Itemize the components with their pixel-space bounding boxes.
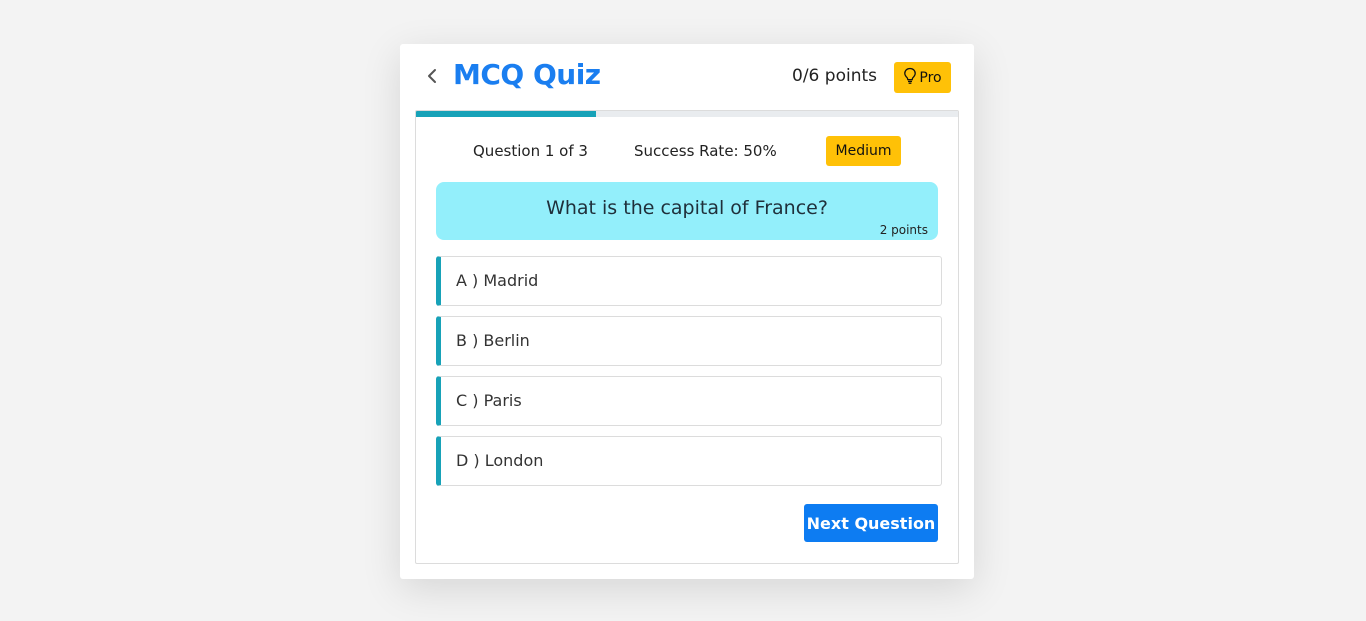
page-title: MCQ Quiz bbox=[453, 58, 601, 91]
chevron-left-icon[interactable] bbox=[424, 66, 440, 86]
quiz-body: Question 1 of 3 Success Rate: 50% Medium… bbox=[415, 110, 959, 564]
question-text: What is the capital of France? bbox=[546, 197, 828, 219]
option-label: B ) Berlin bbox=[456, 331, 530, 350]
quiz-header: MCQ Quiz 0/6 points Pro bbox=[400, 44, 974, 110]
option-label: C ) Paris bbox=[456, 391, 522, 410]
option-a[interactable]: A ) Madrid bbox=[436, 256, 942, 306]
option-label: A ) Madrid bbox=[456, 271, 539, 290]
score-display: 0/6 points bbox=[792, 66, 877, 86]
progress-bar bbox=[416, 111, 958, 117]
difficulty-badge: Medium bbox=[826, 136, 901, 166]
quiz-card: MCQ Quiz 0/6 points Pro Question 1 of 3 … bbox=[400, 44, 974, 579]
pro-button[interactable]: Pro bbox=[894, 62, 951, 93]
question-points: 2 points bbox=[879, 223, 928, 237]
progress-fill bbox=[416, 111, 597, 117]
option-label: D ) London bbox=[456, 451, 544, 470]
success-rate: Success Rate: 50% bbox=[634, 142, 777, 160]
lightbulb-icon bbox=[903, 67, 917, 89]
option-c[interactable]: C ) Paris bbox=[436, 376, 942, 426]
next-question-button[interactable]: Next Question bbox=[804, 504, 938, 542]
question-box: What is the capital of France? 2 points bbox=[436, 182, 938, 240]
option-b[interactable]: B ) Berlin bbox=[436, 316, 942, 366]
pro-label: Pro bbox=[919, 69, 942, 86]
option-d[interactable]: D ) London bbox=[436, 436, 942, 486]
question-counter: Question 1 of 3 bbox=[473, 142, 588, 160]
